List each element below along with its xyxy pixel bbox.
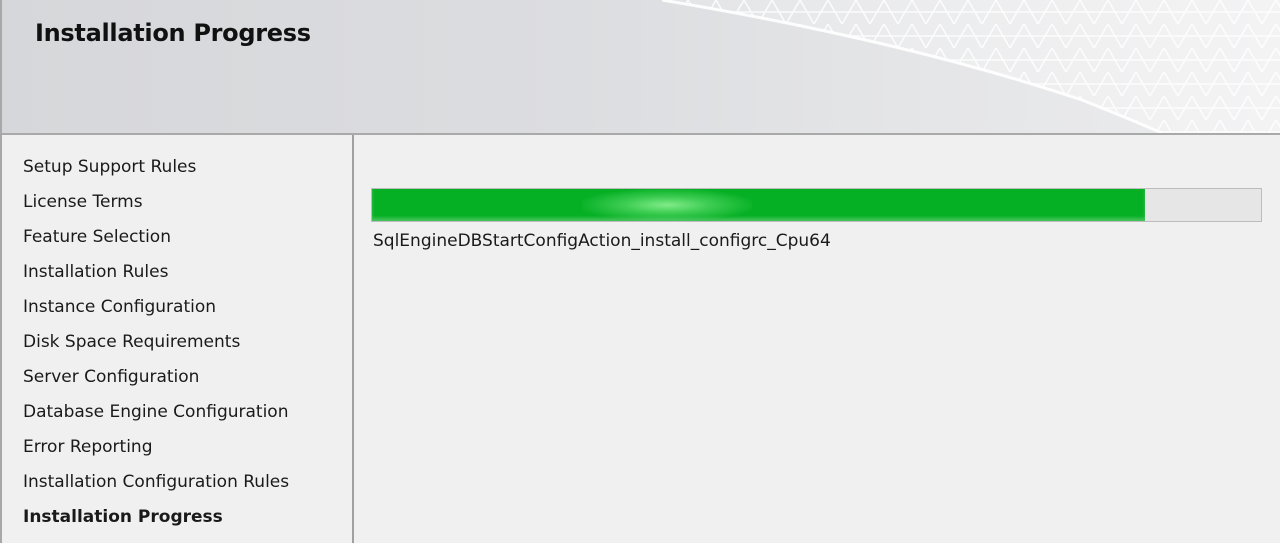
steps-sidebar: Setup Support Rules License Terms Featur… bbox=[2, 135, 354, 543]
step-installation-progress[interactable]: Installation Progress bbox=[23, 504, 289, 539]
step-server-configuration[interactable]: Server Configuration bbox=[23, 364, 289, 399]
step-installation-configuration-rules[interactable]: Installation Configuration Rules bbox=[23, 469, 289, 504]
progress-bar-fill bbox=[372, 189, 1146, 221]
step-setup-support-rules[interactable]: Setup Support Rules bbox=[23, 154, 289, 189]
step-feature-selection[interactable]: Feature Selection bbox=[23, 224, 289, 259]
step-license-terms[interactable]: License Terms bbox=[23, 189, 289, 224]
progress-status-text: SqlEngineDBStartConfigAction_install_con… bbox=[373, 231, 831, 251]
main-content: SqlEngineDBStartConfigAction_install_con… bbox=[354, 135, 1280, 543]
progress-bar-glow bbox=[582, 189, 752, 221]
step-installation-rules[interactable]: Installation Rules bbox=[23, 259, 289, 294]
steps-list: Setup Support Rules License Terms Featur… bbox=[23, 154, 289, 539]
step-database-engine-configuration[interactable]: Database Engine Configuration bbox=[23, 399, 289, 434]
page-title: Installation Progress bbox=[35, 19, 311, 47]
installation-progress-bar bbox=[371, 188, 1262, 222]
page-header: Installation Progress bbox=[2, 0, 1280, 135]
setup-window: Installation Progress Setup Support Rule… bbox=[0, 0, 1280, 543]
step-instance-configuration[interactable]: Instance Configuration bbox=[23, 294, 289, 329]
step-error-reporting[interactable]: Error Reporting bbox=[23, 434, 289, 469]
step-disk-space-requirements[interactable]: Disk Space Requirements bbox=[23, 329, 289, 364]
